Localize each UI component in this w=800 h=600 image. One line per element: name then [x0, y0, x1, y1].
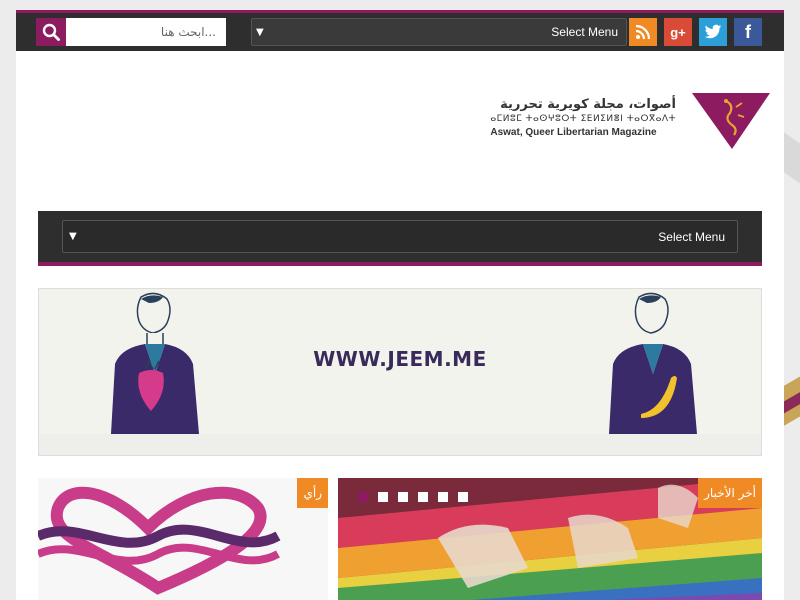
opinion-card[interactable]: رأي — [38, 478, 328, 600]
rss-button[interactable] — [629, 18, 657, 46]
top-menu-select[interactable]: ▼ Select Menu — [251, 18, 627, 46]
google-plus-button[interactable]: g+ — [664, 18, 692, 46]
banner-image: WWW.JEEM.ME — [39, 289, 761, 434]
jeem-banner[interactable]: WWW.JEEM.ME — [38, 288, 762, 456]
site-logo[interactable]: أصوات، مجلة كويرية تحررية ⴰⵎⵍⵓⵎ ⵜⴰⵙⵖⵓⵔⵜ … — [490, 91, 772, 151]
logo-english-title: Aswat, Queer Libertarian Magazine — [490, 127, 657, 138]
search-input[interactable] — [66, 18, 226, 46]
twitter-icon — [704, 24, 722, 39]
search-button[interactable] — [36, 18, 66, 46]
slider-dot[interactable] — [438, 492, 448, 502]
logo-text: أصوات، مجلة كويرية تحررية ⴰⵎⵍⵓⵎ ⵜⴰⵙⵖⵓⵔⵜ … — [490, 97, 676, 138]
main-menu-select[interactable]: ▼ Select Menu — [62, 220, 738, 253]
logo-tifinagh-title: ⴰⵎⵍⵓⵎ ⵜⴰⵙⵖⵓⵔⵜ ⵉⴹⵍⵉⵍⴻⵏ ⵜⴰⵔⴳⴰⴷⵜ — [490, 114, 676, 124]
category-badge[interactable]: أخر الأخبار — [698, 478, 762, 508]
twitter-button[interactable] — [699, 18, 727, 46]
search-icon — [42, 23, 60, 41]
search-form — [36, 18, 226, 46]
main-menu-select-label: Select Menu — [658, 229, 725, 244]
logo-arabic-title: أصوات، مجلة كويرية تحررية — [500, 97, 676, 112]
rss-icon — [635, 24, 651, 40]
slider-dot[interactable] — [418, 492, 428, 502]
slider-dots — [358, 492, 468, 502]
facebook-icon: f — [745, 21, 751, 42]
main-navigation: ▼ Select Menu — [38, 211, 762, 266]
slider-dot[interactable] — [398, 492, 408, 502]
top-menu-select-label: Select Menu — [551, 25, 618, 39]
news-slider[interactable]: أخر الأخبار — [338, 478, 762, 600]
slider-dot[interactable] — [378, 492, 388, 502]
logo-triangle-icon — [692, 93, 770, 149]
page-wrapper: ▼ Select Menu g+ f أصوات، مجلة كويرية تح… — [16, 10, 784, 600]
slider-dot[interactable] — [358, 492, 368, 502]
google-plus-icon: g+ — [670, 24, 686, 40]
banner-figure-right — [609, 292, 697, 434]
top-bar: ▼ Select Menu g+ f — [16, 10, 784, 51]
facebook-button[interactable]: f — [734, 18, 762, 46]
card-image — [38, 486, 281, 595]
category-badge[interactable]: رأي — [297, 478, 328, 508]
slider-dot[interactable] — [458, 492, 468, 502]
site-header: أصوات، مجلة كويرية تحررية ⴰⵎⵍⵓⵎ ⵜⴰⵙⵖⵓⵔⵜ … — [16, 51, 784, 211]
chevron-down-icon: ▼ — [256, 26, 264, 38]
chevron-down-icon: ▼ — [69, 231, 77, 242]
